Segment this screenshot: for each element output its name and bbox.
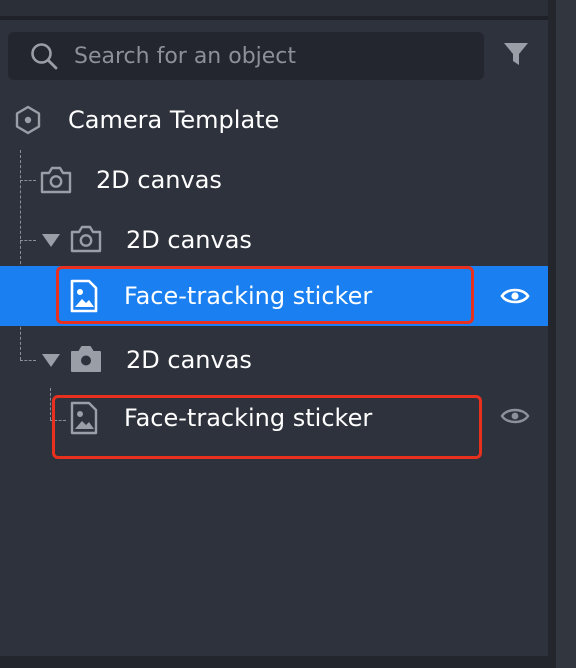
- expand-arrow-icon[interactable]: [42, 234, 60, 247]
- tree-item-face-tracking-sticker[interactable]: Face-tracking sticker: [0, 266, 548, 326]
- expand-arrow-icon[interactable]: [42, 354, 60, 367]
- panel-splitter[interactable]: [548, 0, 556, 668]
- tree-item-2d-canvas[interactable]: 2D canvas: [0, 150, 548, 210]
- eye-icon[interactable]: [499, 404, 531, 428]
- search-input[interactable]: [74, 43, 454, 69]
- eye-icon[interactable]: [499, 284, 531, 308]
- tree-item-label: Camera Template: [68, 106, 280, 134]
- tree-item-face-tracking-sticker[interactable]: Face-tracking sticker: [0, 388, 548, 448]
- hexagon-icon: [12, 104, 44, 136]
- search-bar[interactable]: [8, 32, 484, 80]
- outliner-panel: Camera Template 2D canvas 2D canvas: [0, 0, 576, 668]
- image-icon: [68, 400, 100, 436]
- panel-top-bar: [0, 0, 548, 20]
- tree-item-label: 2D canvas: [96, 166, 222, 194]
- filter-button[interactable]: [496, 38, 536, 74]
- filter-icon: [502, 40, 530, 72]
- camera-outline-icon: [68, 222, 104, 256]
- camera-outline-icon: [38, 163, 74, 197]
- tree-item-camera-template[interactable]: Camera Template: [0, 90, 548, 150]
- camera-filled-icon: [68, 342, 104, 376]
- tree-item-label: 2D canvas: [126, 346, 252, 374]
- image-icon: [68, 278, 100, 314]
- panel-bottom-bar: [0, 656, 548, 668]
- tree-item-2d-canvas[interactable]: 2D canvas: [0, 210, 548, 270]
- search-icon: [26, 38, 62, 74]
- tree-item-label: Face-tracking sticker: [124, 404, 373, 432]
- tree-item-label: 2D canvas: [126, 226, 252, 254]
- adjacent-panel: [556, 0, 576, 668]
- tree-item-label: Face-tracking sticker: [124, 282, 373, 310]
- tree-item-2d-canvas[interactable]: 2D canvas: [0, 330, 548, 390]
